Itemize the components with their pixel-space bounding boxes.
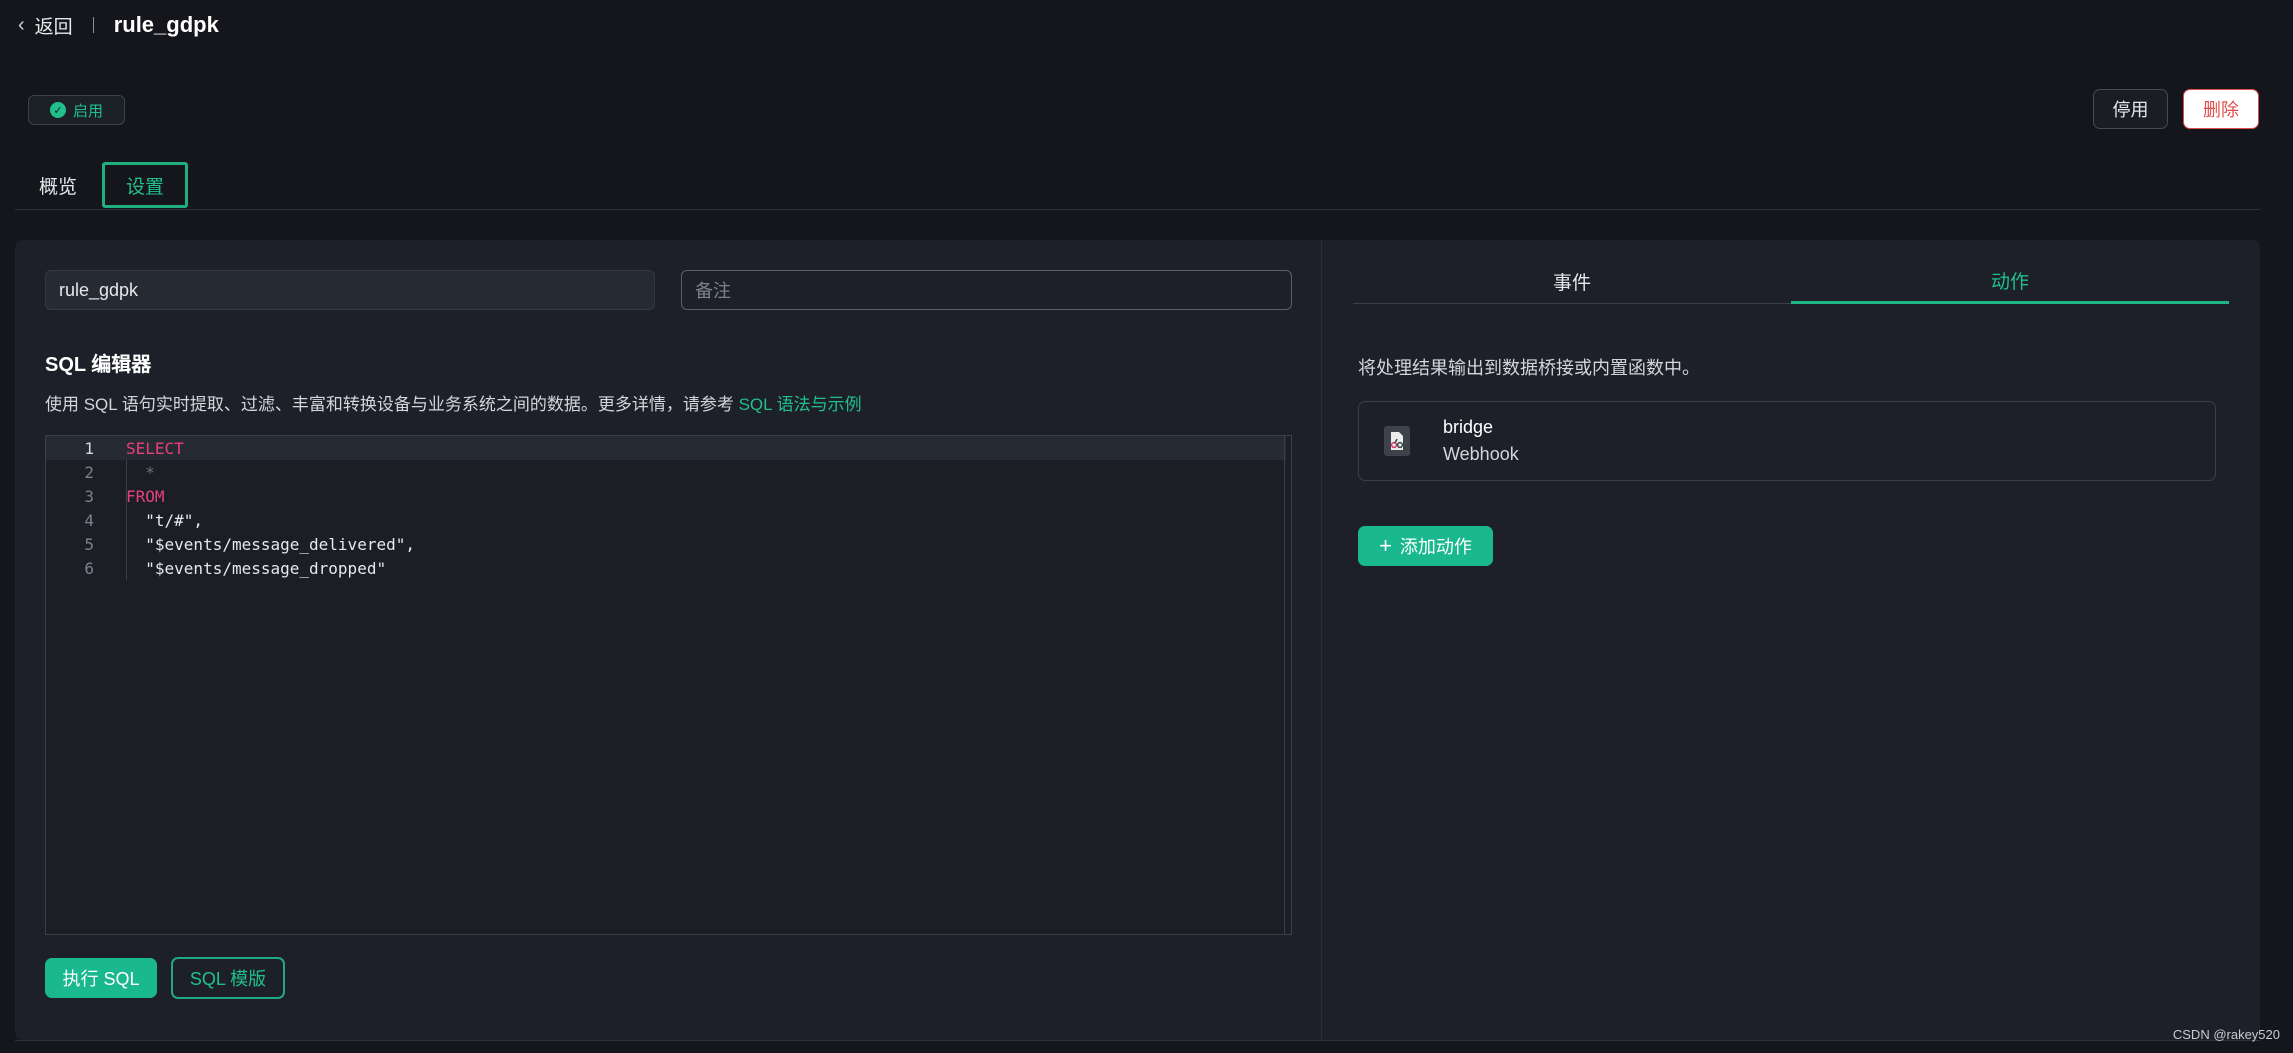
watermark: CSDN @rakey520	[2172, 1027, 2280, 1042]
code-text: FROM	[126, 486, 165, 506]
bottom-divider	[15, 1040, 2260, 1041]
add-action-label: 添加动作	[1399, 537, 1472, 557]
code-text: SELECT	[126, 438, 184, 458]
code-line: 5 "$events/message_delivered",	[46, 532, 1286, 556]
code-line: 1 SELECT	[46, 436, 1286, 460]
header-separator	[92, 17, 94, 33]
chevron-left-icon: ‹	[18, 14, 25, 36]
right-tabs: 事件 动作	[1353, 260, 2229, 304]
back-button[interactable]: ‹ 返回	[18, 12, 73, 39]
editor-scrollbar[interactable]	[1284, 436, 1285, 934]
sql-docs-link[interactable]: SQL 语法与示例	[739, 395, 862, 414]
tab-overview[interactable]: 概览	[28, 162, 88, 208]
rule-name-input[interactable]: rule_gdpk	[45, 270, 655, 310]
line-number: 2	[84, 462, 94, 482]
panel-divider	[1321, 240, 1322, 1040]
settings-panel: rule_gdpk 备注 SQL 编辑器 使用 SQL 语句实时提取、过滤、丰富…	[15, 240, 2260, 1040]
code-line: 6 "$events/message_dropped"	[46, 556, 1286, 580]
status-badge: ✓ 启用	[28, 95, 125, 125]
plus-icon: +	[1379, 533, 1392, 558]
delete-button[interactable]: 删除	[2183, 89, 2259, 129]
line-number: 6	[84, 558, 94, 578]
sql-desc-text: 使用 SQL 语句实时提取、过滤、丰富和转换设备与业务系统之间的数据。更多详情，…	[45, 395, 739, 414]
disable-button[interactable]: 停用	[2093, 89, 2168, 129]
webhook-icon	[1384, 426, 1410, 456]
page-title: rule_gdpk	[113, 12, 219, 37]
action-name: bridge	[1443, 417, 1494, 437]
tab-events[interactable]: 事件	[1353, 260, 1791, 304]
action-type: Webhook	[1443, 444, 1519, 464]
sql-code-editor[interactable]: 1 SELECT 2 * 3 FROM 4 "t/#", 5 "$events/…	[45, 435, 1292, 935]
sql-editor-title: SQL 编辑器	[45, 354, 152, 376]
action-text: bridge Webhook	[1443, 417, 1519, 465]
back-label: 返回	[34, 16, 73, 38]
note-input[interactable]: 备注	[681, 270, 1292, 310]
action-card[interactable]: bridge Webhook	[1358, 401, 2216, 481]
code-text: *	[126, 462, 155, 482]
tab-settings[interactable]: 设置	[102, 162, 188, 208]
code-text: "t/#",	[126, 510, 204, 530]
line-number: 1	[84, 438, 94, 458]
add-action-button[interactable]: + 添加动作	[1358, 526, 1493, 566]
line-number: 3	[84, 486, 94, 506]
run-sql-button[interactable]: 执行 SQL	[45, 958, 157, 998]
indent-guide	[126, 460, 127, 580]
actions-description: 将处理结果输出到数据桥接或内置函数中。	[1358, 358, 1700, 378]
code-line: 3 FROM	[46, 484, 1286, 508]
code-text: "$events/message_dropped"	[126, 558, 387, 578]
status-label: 启用	[72, 102, 103, 120]
page-tabs: 概览 设置	[28, 160, 188, 210]
sql-editor-description: 使用 SQL 语句实时提取、过滤、丰富和转换设备与业务系统之间的数据。更多详情，…	[45, 390, 862, 415]
line-number: 5	[84, 534, 94, 554]
code-text: "$events/message_delivered",	[126, 534, 415, 554]
line-number: 4	[84, 510, 94, 530]
code-line: 4 "t/#",	[46, 508, 1286, 532]
tab-actions[interactable]: 动作	[1791, 260, 2229, 304]
code-line: 2 *	[46, 460, 1286, 484]
tabs-divider	[15, 209, 2260, 210]
check-circle-icon: ✓	[49, 102, 66, 118]
sql-template-button[interactable]: SQL 模版	[171, 957, 285, 999]
top-bar: ‹ 返回 rule_gdpk	[0, 0, 2293, 50]
